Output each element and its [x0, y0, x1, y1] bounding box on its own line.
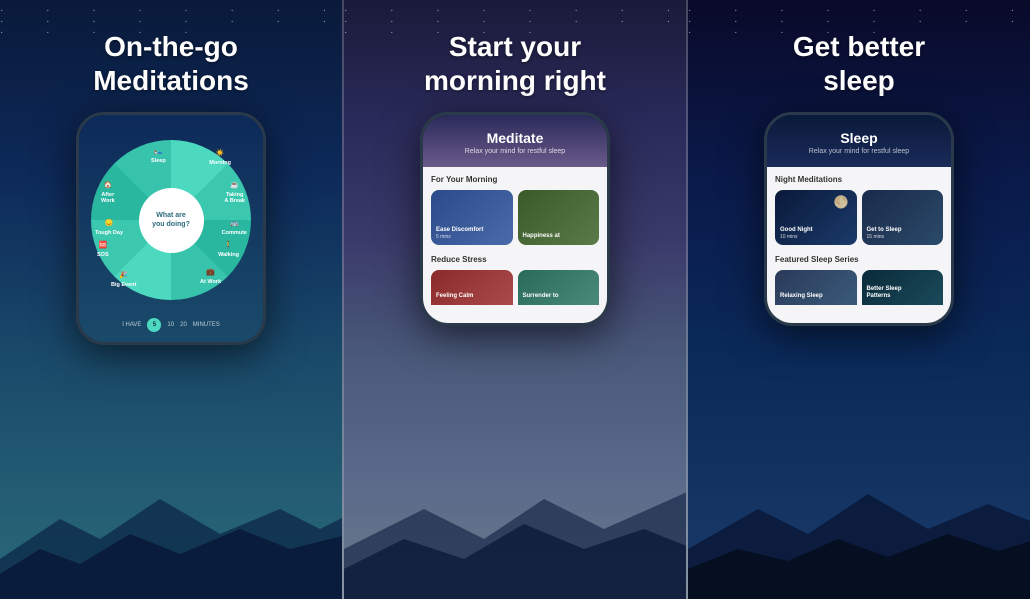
wheel-label-commute[interactable]: 🚌Commute — [222, 220, 247, 236]
card-ease-discomfort[interactable]: Ease Discomfort 5 mins — [431, 190, 513, 245]
card-relaxing-sleep[interactable]: Relaxing Sleep — [775, 270, 857, 305]
card-get-sleep-duration: 15 mins — [867, 234, 902, 240]
card-good-night[interactable]: 🌕 Good Night 10 mins — [775, 190, 857, 245]
meditate-header: Meditate Relax your mind for restful sle… — [423, 115, 607, 167]
timer-suffix: MINUTES — [193, 322, 220, 328]
card-feeling-calm[interactable]: Feeling Calm — [431, 270, 513, 305]
section-stress-title: Reduce Stress — [431, 255, 599, 264]
wheel-label-walking[interactable]: 🚶Walking — [218, 242, 239, 258]
night-mountain — [688, 479, 1030, 599]
wheel-label-afterwork[interactable]: 🏠AfterWork — [101, 182, 115, 205]
section-morning-title: For Your Morning — [431, 175, 599, 184]
meditate-subtitle: Relax your mind for restful sleep — [433, 148, 597, 155]
panel-meditations: On-the-go Meditations 🛌Sleep ☀️Morning — [0, 0, 342, 599]
card-surrender-label: Surrender to — [523, 293, 559, 300]
sleep-body: Night Meditations 🌕 Good Night 10 mins G… — [767, 167, 951, 323]
wheel-label-toughday[interactable]: 😞Tough Day — [95, 220, 123, 236]
panel-3-title: Get better sleep — [773, 30, 945, 97]
card-ease-label: Ease Discomfort — [436, 227, 483, 234]
card-happiness[interactable]: Happiness at — [518, 190, 600, 245]
phone-3: Sleep Relax your mind for restful sleep … — [764, 112, 954, 326]
wheel-center-text: What areyou doing? — [152, 211, 190, 229]
wheel-label-sleep[interactable]: 🛌Sleep — [151, 148, 166, 164]
sleep-series-title: Featured Sleep Series — [775, 255, 943, 264]
stress-cards: Feeling Calm Surrender to — [431, 270, 599, 305]
timer-row: I HAVE 5 10 20 MINUTES — [84, 310, 258, 342]
sleep-header: Sleep Relax your mind for restful sleep — [767, 115, 951, 167]
card-surrender[interactable]: Surrender to — [518, 270, 600, 305]
mountain-silhouette — [0, 479, 342, 599]
card-calm-label: Feeling Calm — [436, 293, 473, 300]
panel-sleep: Get better sleep Sleep Relax your mind f… — [688, 0, 1030, 599]
wheel-label-bigevent[interactable]: 🎉Big Event — [111, 272, 136, 288]
night-cards: 🌕 Good Night 10 mins Get to Sleep 15 min… — [775, 190, 943, 245]
phone-2: Meditate Relax your mind for restful sle… — [420, 112, 610, 326]
sleep-subtitle: Relax your mind for restful sleep — [777, 148, 941, 155]
night-med-title: Night Meditations — [775, 175, 943, 184]
panel-2-title: Start your morning right — [404, 30, 626, 97]
timer-10: 10 — [167, 322, 174, 328]
meditation-wheel[interactable]: 🛌Sleep ☀️Morning ☕TakingA Break 🚌Commute — [91, 140, 251, 300]
sleep-series-cards: Relaxing Sleep Better Sleep Patterns — [775, 270, 943, 305]
card-better-sleep-label: Better Sleep Patterns — [867, 286, 902, 300]
wheel-label-sos[interactable]: 🆘SOS — [97, 242, 109, 258]
timer-20: 20 — [180, 322, 187, 328]
timer-prefix: I HAVE — [122, 322, 141, 328]
wheel-label-morning[interactable]: ☀️Morning — [209, 150, 231, 166]
card-good-night-label: Good Night — [780, 227, 813, 234]
card-happiness-label: Happiness at — [523, 233, 560, 240]
moon-icon: 🌕 — [834, 195, 849, 209]
landscape-silhouette — [344, 449, 688, 599]
meditate-body: For Your Morning Ease Discomfort 5 mins … — [423, 167, 607, 323]
sleep-title: Sleep — [777, 130, 941, 146]
wheel-label-taking[interactable]: ☕TakingA Break — [224, 182, 245, 205]
card-better-sleep[interactable]: Better Sleep Patterns — [862, 270, 944, 305]
timer-5[interactable]: 5 — [147, 318, 161, 332]
wheel-label-atwork[interactable]: 💼At Work — [200, 269, 221, 285]
phone-1: 🛌Sleep ☀️Morning ☕TakingA Break 🚌Commute — [76, 112, 266, 345]
card-good-night-duration: 10 mins — [780, 234, 813, 240]
card-ease-duration: 5 mins — [436, 234, 483, 240]
morning-cards: Ease Discomfort 5 mins Happiness at — [431, 190, 599, 245]
card-get-to-sleep[interactable]: Get to Sleep 15 mins — [862, 190, 944, 245]
panel-morning: Start your morning right Meditate Relax … — [342, 0, 688, 599]
card-get-sleep-label: Get to Sleep — [867, 227, 902, 234]
panel-1-title: On-the-go Meditations — [73, 30, 269, 97]
meditate-title: Meditate — [433, 130, 597, 146]
card-relaxing-label: Relaxing Sleep — [780, 293, 823, 300]
wheel-center[interactable]: What areyou doing? — [139, 188, 204, 253]
